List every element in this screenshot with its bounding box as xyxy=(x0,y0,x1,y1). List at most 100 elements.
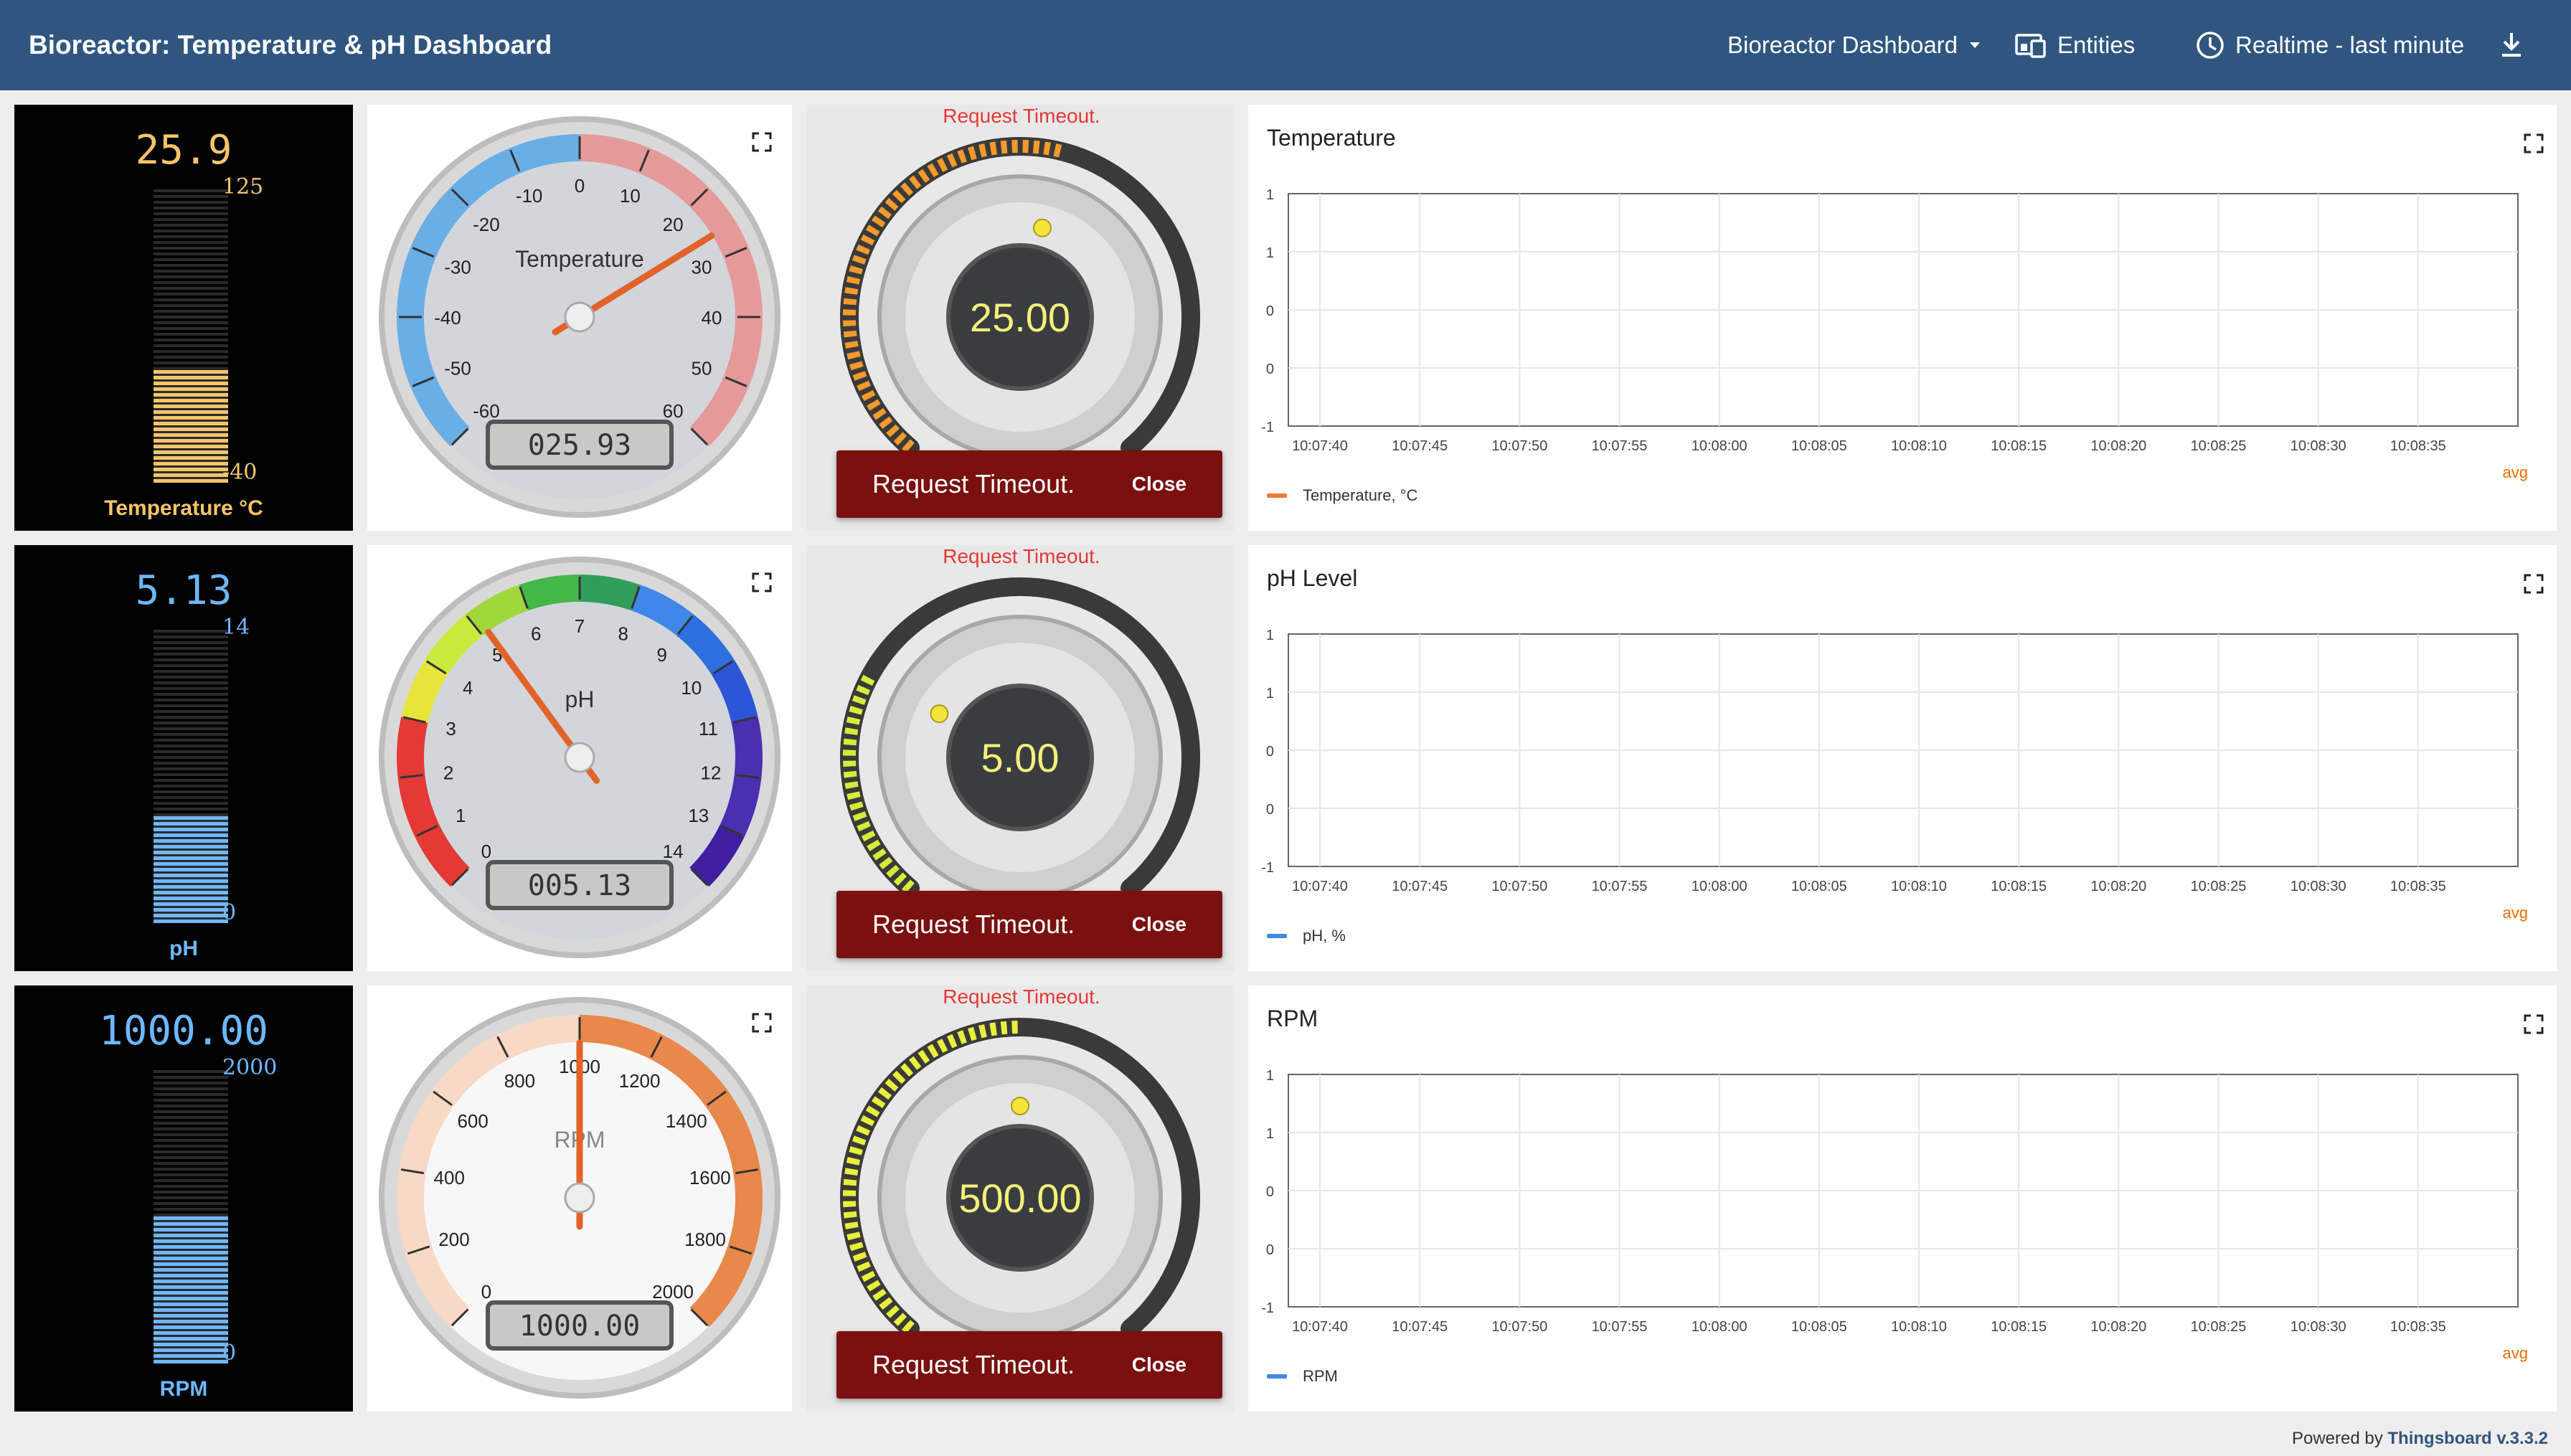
gauge-tick-label: 8 xyxy=(618,623,628,644)
level-bar xyxy=(154,1331,228,1335)
scale-tick xyxy=(154,1105,228,1107)
level-bar xyxy=(154,1245,228,1249)
chart-legend[interactable]: Temperature, °C xyxy=(1267,486,1417,505)
scale-tick xyxy=(154,802,228,805)
level-bar xyxy=(154,479,228,483)
level-bar xyxy=(154,405,228,408)
scale-tick xyxy=(154,1076,228,1079)
timewindow-button[interactable]: Realtime - last minute xyxy=(2195,0,2464,90)
gauge-tick-label: 9 xyxy=(656,644,666,666)
x-tick-label: 10:07:50 xyxy=(1491,1319,1547,1335)
scale-tick xyxy=(154,316,228,318)
scale-tick xyxy=(154,224,228,227)
request-timeout-label: Request Timeout. xyxy=(943,105,1100,127)
level-bar xyxy=(154,462,228,465)
gauge-tick-label: 30 xyxy=(692,257,712,278)
x-tick-label: 10:08:30 xyxy=(2291,879,2346,894)
knob-control-tile: 25.00 Request Timeout. Request Timeout. Clo… xyxy=(806,105,1234,531)
clock-icon xyxy=(2197,32,2224,59)
entities-button[interactable]: Entities xyxy=(2014,0,2135,90)
scale-tick xyxy=(154,676,228,679)
toast-close-button[interactable]: Close xyxy=(1132,913,1187,936)
level-bar xyxy=(154,1285,228,1289)
level-bar xyxy=(154,1257,228,1260)
gauge-tick-label: -40 xyxy=(434,307,461,328)
toast-close-button[interactable]: Close xyxy=(1132,473,1187,496)
knob-indicator-dot xyxy=(1011,1097,1029,1115)
scale-tick xyxy=(154,1116,228,1119)
x-tick-label: 10:07:45 xyxy=(1392,879,1448,894)
scale-tick xyxy=(154,750,228,753)
scale-tick xyxy=(154,1087,228,1090)
linear-gauge-tile: 25.9 125 -40 Temperature °C xyxy=(14,105,353,531)
timeseries-chart-tile: pH Level 1 1 0 0 -1 10:07:40 10:07:45 10:07:50 10… xyxy=(1248,545,2557,971)
linear-gauge-value: 5.13 xyxy=(136,567,232,614)
x-tick-label: 10:08:10 xyxy=(1891,879,1947,894)
knob-indicator-dot xyxy=(930,704,949,724)
scale-tick xyxy=(154,699,228,701)
thingsboard-link[interactable]: Thingsboard v.3.3.2 xyxy=(2387,1429,2548,1448)
scale-tick xyxy=(154,327,228,330)
level-bar xyxy=(154,1280,228,1283)
toast-close-button[interactable]: Close xyxy=(1132,1353,1187,1376)
scale-tick xyxy=(154,361,228,364)
export-button[interactable] xyxy=(2499,0,2524,90)
x-tick-label: 10:07:40 xyxy=(1292,879,1348,894)
fullscreen-button[interactable] xyxy=(747,1008,776,1037)
level-bar xyxy=(154,1337,228,1341)
gauge-tick-label: 1600 xyxy=(689,1167,731,1188)
y-tick-label: 0 xyxy=(1266,361,1274,377)
legend-label: RPM xyxy=(1303,1367,1338,1385)
scale-tick xyxy=(154,744,228,747)
gauge-title: pH xyxy=(565,686,595,712)
fullscreen-button[interactable] xyxy=(747,568,776,597)
scale-tick xyxy=(154,1214,228,1216)
scale-tick xyxy=(154,630,228,633)
y-tick-label: 1 xyxy=(1266,628,1274,643)
scale-tick xyxy=(154,1162,228,1165)
radial-gauge: 0200400600800100012001400160018002000RPM… xyxy=(379,997,780,1399)
legend-label: pH, % xyxy=(1303,927,1346,945)
gauge-tick-label: 400 xyxy=(434,1167,465,1188)
scale-tick xyxy=(154,1145,228,1148)
level-bar xyxy=(154,456,228,460)
level-bar xyxy=(154,920,228,923)
level-bar xyxy=(154,816,228,820)
level-bar xyxy=(154,1325,228,1329)
fullscreen-button[interactable] xyxy=(747,128,776,156)
x-tick-label: 10:07:55 xyxy=(1592,879,1648,894)
gauge-band-segment xyxy=(723,247,763,318)
level-bar xyxy=(154,1314,228,1318)
scale-tick xyxy=(154,704,228,707)
gauge-band-segment xyxy=(397,774,440,837)
x-tick-label: 10:08:30 xyxy=(2291,1319,2346,1335)
x-tick-label: 10:08:30 xyxy=(2291,438,2346,454)
dashboard-select-label: Bioreactor Dashboard xyxy=(1727,32,1958,58)
fullscreen-icon xyxy=(752,132,772,152)
gauge-tick-label: 7 xyxy=(575,615,585,637)
gauge-band-segment xyxy=(519,575,580,611)
gauge-tick-label: -30 xyxy=(444,257,471,278)
scale-tick xyxy=(154,367,228,370)
x-tick-label: 10:07:40 xyxy=(1292,1319,1348,1335)
scale-tick xyxy=(154,1110,228,1113)
dashboard-select[interactable]: Bioreactor Dashboard xyxy=(1727,0,1982,90)
level-bar xyxy=(154,1320,228,1323)
level-bar xyxy=(154,468,228,471)
scale-tick xyxy=(154,189,228,192)
dashboard-toolbar: Bioreactor: Temperature & pH Dashboard B… xyxy=(0,0,2571,90)
chart-plot: 1 1 0 0 -1 10:07:40 10:07:45 10:07:50 10:07:55 10… xyxy=(1261,628,2519,894)
scale-min: 0 xyxy=(222,900,236,925)
toast-message: Request Timeout. xyxy=(872,1350,1075,1379)
chart-legend[interactable]: RPM xyxy=(1267,1367,1338,1386)
chart-plot: 1 1 0 0 -1 10:07:40 10:07:45 10:07:50 10:07:55 10… xyxy=(1261,187,2519,454)
scale-tick xyxy=(154,212,228,215)
gauge-tick-label: -10 xyxy=(516,185,543,207)
scale-tick xyxy=(154,270,228,273)
y-tick-label: 0 xyxy=(1266,303,1274,319)
chart-legend[interactable]: pH, % xyxy=(1267,927,1346,945)
gauge-tick-label: 60 xyxy=(663,400,684,422)
timeseries-chart-tile: RPM 1 1 0 0 -1 10:07:40 10:07:45 10:07:50 10:07:5… xyxy=(1248,985,2557,1412)
level-bar xyxy=(154,868,228,871)
level-bar xyxy=(154,433,228,437)
